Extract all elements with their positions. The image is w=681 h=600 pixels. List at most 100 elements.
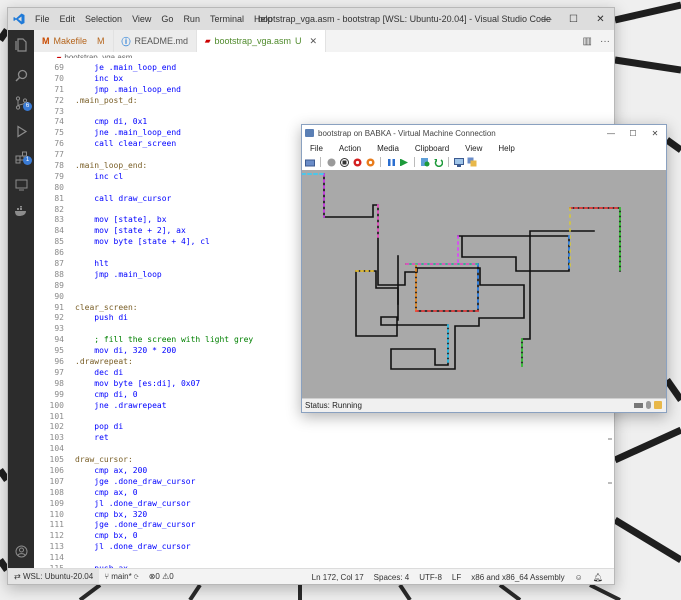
makefile-file-icon: M	[42, 36, 50, 46]
resume-icon[interactable]	[399, 157, 409, 167]
notifications-bell-icon[interactable]: 🔔︎	[588, 573, 608, 582]
vm-display[interactable]	[302, 170, 666, 398]
code-line[interactable]: 107 jge .done_draw_cursor	[34, 477, 614, 488]
close-button[interactable]: ✕	[587, 8, 614, 30]
line-number: 71	[54, 84, 64, 94]
code-text: jge .done_draw_cursor	[75, 520, 196, 530]
line-number: 86	[54, 248, 64, 258]
vm-window-controls: — ☐ ✕	[600, 125, 666, 141]
tab-git-status: M	[97, 36, 105, 46]
pause-icon[interactable]	[386, 157, 396, 167]
window-title: bootstrap_vga.asm - bootstrap [WSL: Ubun…	[258, 14, 551, 24]
shut-down-icon[interactable]	[352, 157, 362, 167]
encoding[interactable]: UTF-8	[414, 573, 447, 582]
line-number: 75	[54, 128, 64, 138]
code-line[interactable]: 105 draw_cursor:	[34, 455, 614, 466]
line-number: 87	[54, 259, 64, 269]
revert-icon[interactable]	[433, 157, 443, 167]
code-text: push di	[75, 313, 128, 323]
tab-close-icon[interactable]: ✕	[309, 36, 317, 47]
code-line[interactable]: 114	[34, 553, 614, 564]
vm-menu-file[interactable]: File	[302, 144, 331, 153]
search-icon[interactable]	[8, 62, 34, 88]
code-text: ; fill the screen with light grey	[75, 335, 254, 345]
cursor-position[interactable]: Ln 172, Col 17	[307, 573, 369, 582]
branch-indicator[interactable]: ⑂ main* ⟳	[99, 572, 144, 581]
remote-label: WSL: Ubuntu-20.04	[22, 571, 94, 581]
code-line[interactable]: 73	[34, 107, 614, 118]
more-actions-icon[interactable]: ···	[600, 36, 610, 47]
code-line[interactable]: 106 cmp ax, 200	[34, 466, 614, 477]
vm-menu-clipboard[interactable]: Clipboard	[407, 144, 457, 153]
code-line[interactable]: 110 cmp bx, 320	[34, 510, 614, 521]
code-line[interactable]: 111 jge .done_draw_cursor	[34, 520, 614, 531]
menu-edit[interactable]: Edit	[55, 8, 81, 30]
vm-close-button[interactable]: ✕	[644, 125, 666, 141]
account-icon[interactable]	[8, 538, 34, 564]
code-text: .drawrepeat:	[75, 357, 133, 367]
vm-window-title: bootstrap on BABKA - Virtual Machine Con…	[318, 128, 496, 138]
source-control-badge: 6	[23, 102, 32, 111]
vm-menu-help[interactable]: Help	[490, 144, 522, 153]
turn-off-icon[interactable]	[339, 157, 349, 167]
start-icon[interactable]	[326, 157, 336, 167]
menu-run[interactable]: Run	[178, 8, 205, 30]
ctrl-alt-del-icon[interactable]	[305, 157, 315, 167]
menu-go[interactable]: Go	[156, 8, 178, 30]
code-line[interactable]: 112 cmp bx, 0	[34, 531, 614, 542]
checkpoint-icon[interactable]	[420, 157, 430, 167]
tab-bootstrap-vga-asm[interactable]: ▰ bootstrap_vga.asm U ✕	[197, 30, 327, 52]
code-text: cmp ax, 0	[75, 487, 138, 497]
split-editor-icon[interactable]: ▥	[583, 36, 592, 47]
vm-menu-media[interactable]: Media	[369, 144, 407, 153]
maximize-button[interactable]: ☐	[560, 8, 587, 30]
vm-status-icons	[634, 401, 662, 409]
editor-actions: ▥ ···	[583, 30, 610, 52]
tab-readme[interactable]: ⓘ README.md	[113, 30, 198, 52]
vm-maximize-button[interactable]: ☐	[622, 125, 644, 141]
line-number: 72	[54, 95, 64, 105]
problems-indicator[interactable]: ⊗0 ⚠0	[144, 572, 179, 581]
menu-terminal[interactable]: Terminal	[205, 8, 249, 30]
end-of-line[interactable]: LF	[447, 573, 466, 582]
code-line[interactable]: 113 jl .done_draw_cursor	[34, 542, 614, 553]
indentation[interactable]: Spaces: 4	[369, 573, 415, 582]
menu-view[interactable]: View	[127, 8, 156, 30]
enhanced-session-icon[interactable]	[454, 157, 464, 167]
code-line[interactable]: 101	[34, 412, 614, 423]
branch-label: main*	[111, 572, 132, 581]
code-text: call clear_screen	[75, 139, 177, 149]
language-mode[interactable]: x86 and x86_64 Assembly	[466, 573, 569, 582]
remote-explorer-icon[interactable]	[8, 172, 34, 198]
code-line[interactable]: 103 ret	[34, 433, 614, 444]
vm-menu-action[interactable]: Action	[331, 144, 369, 153]
code-line[interactable]: 69 je .main_loop_end	[34, 63, 614, 74]
line-number: 106	[49, 465, 64, 475]
vm-minimize-button[interactable]: —	[600, 125, 622, 141]
remote-indicator[interactable]: ⇄ WSL: Ubuntu-20.04	[8, 568, 100, 584]
docker-icon[interactable]	[8, 198, 34, 224]
tab-makefile[interactable]: M Makefile M	[34, 30, 114, 52]
editor-tabs: M Makefile M ⓘ README.md ▰ bootstrap_vga…	[34, 30, 614, 52]
save-state-icon[interactable]	[365, 157, 375, 167]
vm-menu-view[interactable]: View	[457, 144, 490, 153]
code-line[interactable]: 72 .main_post_d:	[34, 96, 614, 107]
code-text: inc bx	[75, 73, 124, 83]
share-icon[interactable]	[467, 157, 477, 167]
code-line[interactable]: 104	[34, 444, 614, 455]
menu-file[interactable]: File	[30, 8, 55, 30]
run-debug-icon[interactable]	[8, 118, 34, 144]
feedback-icon[interactable]: ☺	[570, 573, 588, 582]
code-line[interactable]: 102 pop di	[34, 422, 614, 433]
overview-ruler-mark	[608, 482, 612, 484]
code-line[interactable]: 71 jmp .main_loop_end	[34, 85, 614, 96]
minimize-button[interactable]: —	[533, 8, 560, 30]
explorer-icon[interactable]	[8, 32, 34, 58]
code-text: mov byte [es:di], 0x07	[75, 378, 201, 388]
code-line[interactable]: 108 cmp ax, 0	[34, 488, 614, 499]
line-number: 100	[49, 400, 64, 410]
code-line[interactable]: 70 inc bx	[34, 74, 614, 85]
code-line[interactable]: 109 jl .done_draw_cursor	[34, 499, 614, 510]
menu-selection[interactable]: Selection	[80, 8, 127, 30]
code-text: jl .done_draw_cursor	[75, 498, 191, 508]
